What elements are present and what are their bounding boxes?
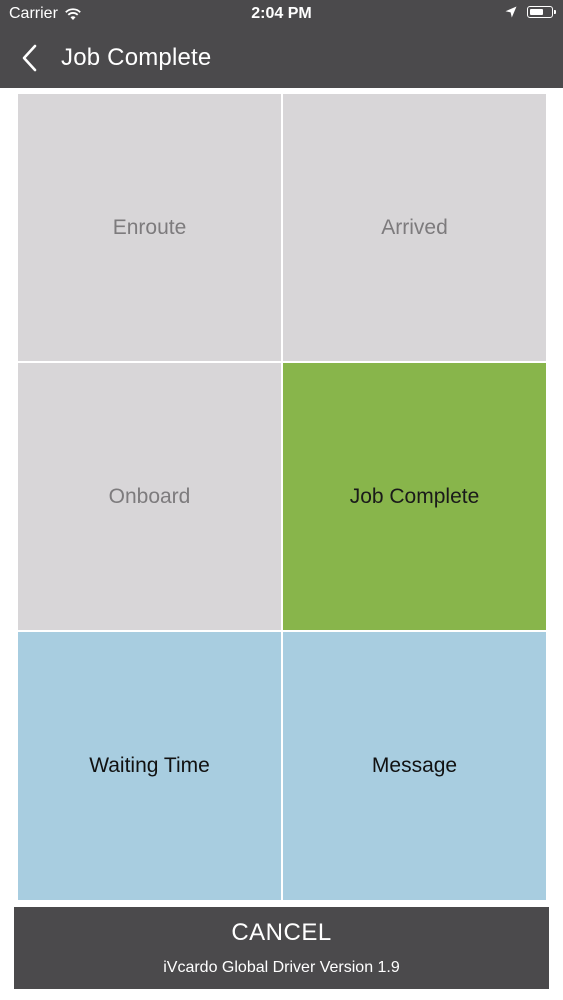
tile-message[interactable]: Message	[283, 632, 546, 900]
tile-arrived[interactable]: Arrived	[283, 94, 546, 361]
cancel-button[interactable]: CANCEL iVcardo Global Driver Version 1.9	[14, 907, 549, 989]
status-tile-grid: Enroute Arrived Onboard Job Complete Wai…	[18, 94, 546, 900]
tile-waiting-time[interactable]: Waiting Time	[18, 632, 281, 900]
navigation-bar: Job Complete	[0, 30, 563, 88]
chevron-left-icon[interactable]	[14, 42, 46, 74]
status-time: 2:04 PM	[251, 5, 312, 22]
status-right-icons	[505, 6, 556, 18]
tile-onboard[interactable]: Onboard	[18, 363, 281, 630]
location-arrow-icon	[505, 6, 517, 18]
app-screen: Carrier 2:04 PM Job Complete Enroute Arr…	[0, 0, 563, 1000]
page-title: Job Complete	[61, 44, 212, 71]
tile-label: Onboard	[108, 484, 191, 508]
tile-job-complete[interactable]: Job Complete	[283, 363, 546, 630]
tile-label: Waiting Time	[89, 754, 210, 777]
version-text: iVcardo Global Driver Version 1.9	[163, 959, 400, 976]
status-bar: Carrier 2:04 PM	[0, 0, 563, 30]
tile-label: Enroute	[112, 215, 187, 239]
top-bar: Carrier 2:04 PM Job Complete	[0, 0, 563, 88]
cancel-label: CANCEL	[231, 919, 332, 946]
tile-label: Arrived	[381, 215, 448, 239]
battery-level	[529, 8, 543, 15]
tile-enroute[interactable]: Enroute	[18, 94, 281, 361]
tile-label: Job Complete	[349, 484, 480, 508]
tile-label: Message	[371, 754, 458, 777]
battery-icon	[527, 6, 556, 18]
